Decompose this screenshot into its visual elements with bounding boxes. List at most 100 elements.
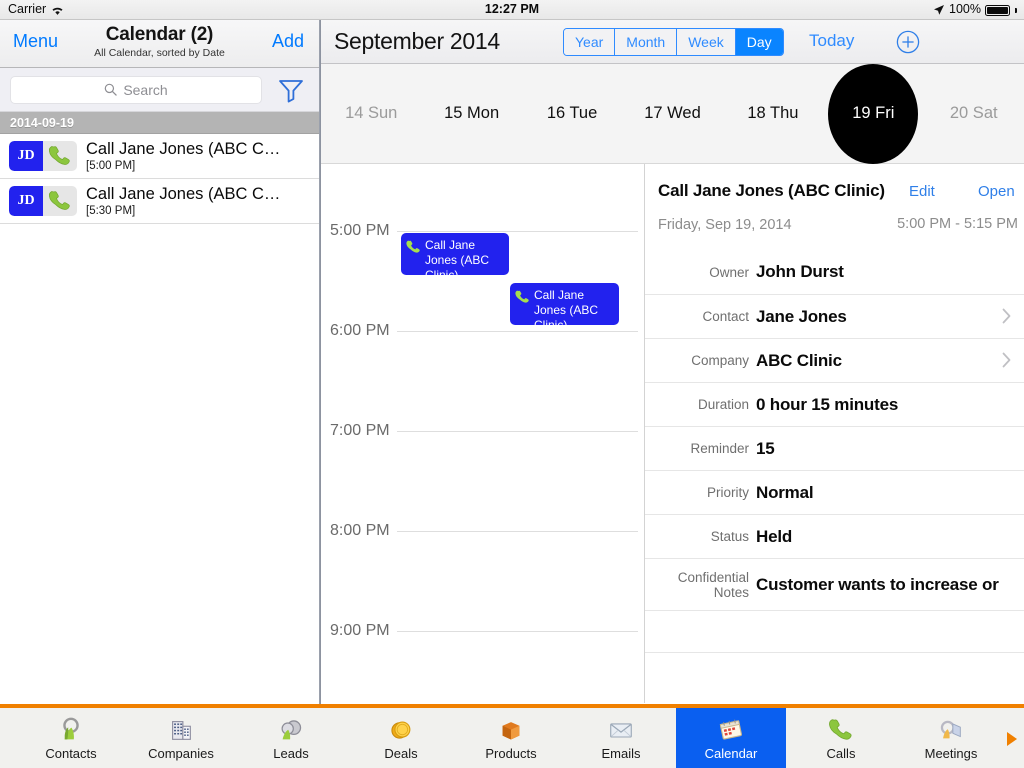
- day-cell-16tue[interactable]: 16 Tue: [522, 64, 622, 163]
- tab-year[interactable]: Year: [564, 29, 616, 55]
- tab-calls[interactable]: Calls: [786, 708, 896, 768]
- hour-label: 9:00 PM: [330, 622, 390, 639]
- field-row-priority: Priority Normal: [645, 470, 1024, 514]
- list-item-time: [5:30 PM]: [86, 205, 136, 217]
- hour-gridline: [397, 231, 638, 232]
- field-label: Company: [691, 353, 749, 368]
- day-cell-14sun[interactable]: 14 Sun: [321, 64, 421, 163]
- phone-call-icon: [514, 289, 531, 305]
- plus-circle-icon[interactable]: [896, 30, 920, 54]
- field-label: Confidential Notes: [677, 569, 749, 600]
- field-label: Reminder: [690, 441, 749, 456]
- tab-calendar[interactable]: Calendar: [676, 708, 786, 768]
- hour-row: 5:00 PM: [321, 222, 644, 239]
- calendar-month-title: September 2014: [334, 28, 500, 54]
- field-row-contact[interactable]: Contact Jane Jones: [645, 294, 1024, 338]
- deals-coin-icon: [384, 715, 418, 745]
- field-label: Priority: [706, 485, 749, 500]
- tab-companies[interactable]: Companies: [126, 708, 236, 768]
- field-label: Contact: [702, 309, 749, 324]
- tab-emails[interactable]: Emails: [566, 708, 676, 768]
- day-timeline[interactable]: 5:00 PM 6:00 PM 7:00 PM 8:00 PM 9:00 PM: [321, 164, 644, 703]
- hour-label: 5:00 PM: [330, 222, 390, 239]
- hour-label: 6:00 PM: [330, 322, 390, 339]
- location-arrow-icon: [933, 4, 945, 16]
- calendar-event-block[interactable]: Call Jane Jones (ABC Clinic): [401, 233, 509, 275]
- calendar-toolbar: September 2014 Year Month Week Day Today: [321, 20, 1024, 64]
- edit-button[interactable]: Edit: [909, 183, 935, 200]
- triangle-right-icon[interactable]: [1007, 732, 1017, 746]
- view-segmented-control[interactable]: Year Month Week Day: [563, 28, 784, 56]
- hour-gridline: [397, 431, 638, 432]
- today-button[interactable]: Today: [809, 31, 854, 51]
- day-cell-label: 16 Tue: [546, 104, 598, 122]
- envelope-icon: [604, 715, 638, 745]
- tab-contacts[interactable]: Contacts: [16, 708, 126, 768]
- tab-products[interactable]: Products: [456, 708, 566, 768]
- day-cell-label: 20 Sat: [949, 104, 998, 122]
- hour-label: 8:00 PM: [330, 522, 390, 539]
- avatar: JD: [9, 141, 43, 171]
- tab-meetings[interactable]: Meetings: [896, 708, 1006, 768]
- tab-label: Leads: [273, 746, 309, 761]
- products-box-icon: [494, 715, 528, 745]
- day-cell-19fri-selected[interactable]: 19 Fri: [823, 63, 923, 164]
- day-cell-18thu[interactable]: 18 Thu: [723, 64, 823, 163]
- tab-month[interactable]: Month: [615, 29, 678, 55]
- day-cell-17wed[interactable]: 17 Wed: [622, 64, 722, 163]
- phone-call-icon: [43, 186, 77, 216]
- tab-leads[interactable]: Leads: [236, 708, 346, 768]
- calendar-event-block[interactable]: Call Jane Jones (ABC Clinic): [510, 283, 619, 325]
- hour-row: 6:00 PM: [321, 322, 644, 339]
- tab-label: Meetings: [924, 746, 978, 761]
- open-button[interactable]: Open: [978, 183, 1015, 200]
- hour-gridline: [397, 331, 638, 332]
- status-bar-clock: 12:27 PM: [484, 2, 540, 16]
- tab-label: Products: [485, 746, 537, 761]
- event-detail-panel: Call Jane Jones (ABC Clinic) Edit Open F…: [645, 164, 1024, 703]
- tab-day[interactable]: Day: [735, 29, 783, 55]
- search-inner: Search: [104, 81, 168, 98]
- sidebar-navbar: Menu Calendar (2) All Calendar, sorted b…: [0, 20, 319, 68]
- avatar: JD: [9, 186, 43, 216]
- tab-bar-items: Contacts Companies Leads Deals Products …: [16, 708, 1006, 768]
- add-button[interactable]: Add: [272, 31, 304, 52]
- list-item[interactable]: JD Call Jane Jones (ABC C… [5:30 PM]: [0, 179, 319, 224]
- day-cell-label: 19 Fri: [852, 104, 895, 122]
- sidebar: Menu Calendar (2) All Calendar, sorted b…: [0, 20, 320, 704]
- list-item[interactable]: JD Call Jane Jones (ABC C… [5:00 PM]: [0, 134, 319, 179]
- field-row-company[interactable]: Company ABC Clinic: [645, 338, 1024, 382]
- search-input[interactable]: Search: [10, 75, 262, 104]
- tab-label: Deals: [384, 746, 418, 761]
- field-value: 0 hour 15 minutes: [756, 394, 899, 414]
- day-cell-label: 14 Sun: [345, 104, 398, 122]
- tab-label: Calendar: [704, 746, 758, 761]
- field-value: Customer wants to increase or: [756, 574, 999, 594]
- field-row-empty: [645, 610, 1024, 652]
- day-cell-15mon[interactable]: 15 Mon: [421, 64, 521, 163]
- funnel-filter-icon[interactable]: [276, 77, 306, 103]
- contacts-icon: [54, 715, 88, 745]
- list-item-text: Call Jane Jones (ABC C… [5:00 PM]: [86, 140, 280, 172]
- field-row-confidential-notes: Confidential Notes Customer wants to inc…: [645, 558, 1024, 610]
- detail-title: Call Jane Jones (ABC Clinic): [658, 181, 885, 200]
- field-label: Status: [710, 529, 749, 544]
- hour-row: 8:00 PM: [321, 522, 644, 539]
- field-value: John Durst: [756, 262, 844, 281]
- search-placeholder: Search: [123, 81, 168, 98]
- list-item-icons: JD: [9, 141, 77, 171]
- tab-deals[interactable]: Deals: [346, 708, 456, 768]
- tab-week[interactable]: Week: [677, 29, 736, 55]
- field-row-reminder: Reminder 15: [645, 426, 1024, 470]
- day-cell-20sat[interactable]: 20 Sat: [924, 64, 1024, 163]
- tab-label: Emails: [601, 746, 641, 761]
- calendar-event-title: Call Jane Jones (ABC Clinic): [534, 288, 599, 325]
- field-row-duration: Duration 0 hour 15 minutes: [645, 382, 1024, 426]
- sidebar-search-row: Search: [0, 68, 319, 112]
- activity-list: JD Call Jane Jones (ABC C… [5:00 PM] JD: [0, 134, 319, 644]
- hour-row: 7:00 PM: [321, 422, 644, 439]
- day-strip: 14 Sun 15 Mon 16 Tue 17 Wed 18 Thu 19 Fr…: [321, 63, 1024, 164]
- field-row-owner: Owner John Durst: [645, 250, 1024, 294]
- list-item-text: Call Jane Jones (ABC C… [5:30 PM]: [86, 185, 280, 217]
- detail-date: Friday, Sep 19, 2014: [658, 217, 792, 233]
